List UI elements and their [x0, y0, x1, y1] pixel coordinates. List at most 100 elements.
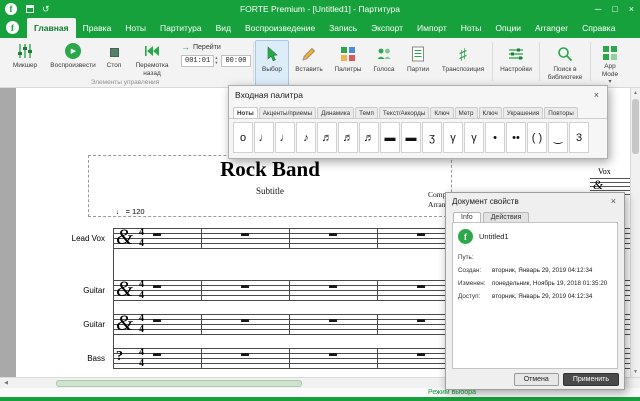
palette-tab-dynamics[interactable]: Динамика: [317, 107, 354, 118]
stop-button[interactable]: Стоп: [100, 41, 128, 71]
app-mode-grid-icon: [602, 44, 618, 61]
search-icon: [557, 44, 573, 64]
ribbon-separator: [253, 42, 254, 81]
properties-titlebar[interactable]: Документ свойств ×: [446, 193, 624, 209]
time-signature: 44: [137, 228, 146, 249]
vertical-scroll-thumb[interactable]: [632, 99, 639, 154]
palette-item-parentheses[interactable]: ( ): [527, 122, 547, 153]
palette-item-quarter-note[interactable]: ♩: [275, 122, 295, 153]
app-mode-button[interactable]: App Mode ▾: [592, 40, 628, 87]
maximize-button[interactable]: □: [612, 4, 617, 14]
palette-tab-tempo[interactable]: Темп: [355, 107, 378, 118]
palette-tab-repeats[interactable]: Повторы: [544, 107, 578, 118]
scroll-down-icon[interactable]: ▼: [631, 367, 640, 377]
position-field[interactable]: 001:01: [181, 55, 214, 67]
palette-item-whole-note[interactable]: o: [233, 122, 253, 153]
instrument-label-guitar-2[interactable]: Guitar: [28, 320, 105, 329]
palette-tab-text-chords[interactable]: Текст/Аккорды: [379, 107, 429, 118]
palette-tab-clef-2[interactable]: Ключ: [479, 107, 502, 118]
menu-tab-export[interactable]: Экспорт: [364, 18, 410, 38]
stop-label: Стоп: [107, 62, 122, 70]
score-subtitle[interactable]: Subtitle: [88, 186, 452, 196]
palette-item-eighth-note[interactable]: ♪: [296, 122, 316, 153]
menu-tab-notes-2[interactable]: Ноты: [454, 18, 489, 38]
menu-tab-options[interactable]: Опции: [488, 18, 528, 38]
properties-tabs: Info Действия: [446, 209, 624, 222]
menu-tab-help[interactable]: Справка: [575, 18, 622, 38]
document-properties-dialog[interactable]: Документ свойств × Info Действия f Untit…: [445, 192, 625, 390]
palette-item-sixty-fourth-note[interactable]: ♬: [359, 122, 379, 153]
settings-button[interactable]: Настройки: [494, 40, 538, 87]
menu-tab-import[interactable]: Импорт: [410, 18, 454, 38]
palette-item-tie[interactable]: ‿: [548, 122, 568, 153]
menu-tab-edit[interactable]: Правка: [76, 18, 119, 38]
transpose-button[interactable]: ♯ Транспозиция: [435, 40, 491, 87]
goto-button[interactable]: → Перейти: [181, 43, 251, 52]
insert-button[interactable]: Вставить: [289, 40, 329, 87]
file-menu-icon[interactable]: f: [6, 21, 19, 34]
goto-controls: → Перейти 001:01 ▴ ▾ 00:00: [181, 41, 251, 67]
close-button[interactable]: ×: [629, 4, 634, 14]
library-search-button[interactable]: Поиск в библиотеке: [541, 40, 589, 87]
menubar: f Главная Правка Ноты Партитура Вид Восп…: [0, 18, 640, 38]
scroll-left-icon[interactable]: ◀: [1, 378, 11, 388]
palette-tab-ornaments[interactable]: Украшения: [503, 107, 543, 118]
palette-item-quarter-rest[interactable]: ʒ: [422, 122, 442, 153]
rewind-button[interactable]: Перемотка назад: [128, 41, 176, 79]
parts-button[interactable]: Партии: [401, 40, 435, 87]
apply-button[interactable]: Применить: [563, 373, 619, 386]
instrument-label-bass[interactable]: Bass: [28, 354, 105, 363]
undo-icon[interactable]: ↺: [42, 0, 50, 18]
time-field[interactable]: 00:00: [221, 55, 250, 67]
palette-tab-meter[interactable]: Метр: [455, 107, 478, 118]
parts-label: Партии: [407, 66, 429, 74]
palette-tab-notes[interactable]: Ноты: [233, 107, 258, 118]
menu-tab-view[interactable]: Вид: [209, 18, 238, 38]
palette-item-sixteenth-note[interactable]: ♬: [317, 122, 337, 153]
palette-item-whole-rest[interactable]: ▬: [380, 122, 400, 153]
menu-tab-score[interactable]: Партитура: [153, 18, 209, 38]
palette-tab-clef[interactable]: Ключ: [430, 107, 453, 118]
play-button[interactable]: ▶ Воспроизвести: [46, 41, 100, 71]
input-palette-window[interactable]: Входная палитра × Ноты Акценты/приемы Ди…: [228, 85, 608, 159]
palette-close-icon[interactable]: ×: [592, 90, 601, 100]
properties-tab-info[interactable]: Info: [453, 212, 481, 222]
palette-item-double-dot[interactable]: ••: [506, 122, 526, 153]
select-button[interactable]: Выбор: [255, 40, 289, 87]
menu-tab-notes[interactable]: Ноты: [118, 18, 153, 38]
spin-down-icon[interactable]: ▾: [215, 61, 217, 66]
titlebar: f ↺ FORTE Premium - [Untitled1] - Партит…: [0, 0, 640, 18]
menu-tab-record[interactable]: Запись: [322, 18, 364, 38]
menu-tab-playback[interactable]: Воспроизведение: [238, 18, 322, 38]
transpose-label: Транспозиция: [442, 66, 484, 74]
position-stepper[interactable]: ▴ ▾: [215, 55, 217, 67]
instrument-label-guitar-1[interactable]: Guitar: [28, 286, 105, 295]
palette-item-tuplet[interactable]: 3: [569, 122, 589, 153]
palette-item-thirty-second-note[interactable]: ♬: [338, 122, 358, 153]
ribbon-separator: [539, 42, 540, 81]
palette-item-half-rest[interactable]: ▬: [401, 122, 421, 153]
palette-item-sixteenth-rest[interactable]: γ: [464, 122, 484, 153]
palette-tab-accents[interactable]: Акценты/приемы: [259, 107, 316, 118]
horizontal-scroll-thumb[interactable]: [56, 380, 302, 387]
voices-button[interactable]: Голоса: [367, 40, 401, 87]
scroll-up-icon[interactable]: ▲: [631, 88, 640, 98]
score-title[interactable]: Rock Band: [88, 157, 452, 182]
palette-item-half-note[interactable]: ♩: [254, 122, 274, 153]
properties-close-icon[interactable]: ×: [609, 196, 618, 206]
mixer-button[interactable]: Микшер: [4, 41, 46, 71]
save-icon[interactable]: [26, 5, 34, 13]
palette-item-eighth-rest[interactable]: γ: [443, 122, 463, 153]
menu-tab-home[interactable]: Главная: [27, 18, 76, 38]
properties-buttons: Отмена Применить: [514, 373, 619, 386]
tempo-marking[interactable]: ♩ = 120: [116, 207, 145, 216]
palette-item-dot[interactable]: •: [485, 122, 505, 153]
palettes-button[interactable]: Палитры: [329, 40, 367, 87]
instrument-label-lead-vox[interactable]: Lead Vox: [28, 234, 105, 243]
palette-titlebar[interactable]: Входная палитра ×: [229, 86, 607, 104]
vertical-scrollbar[interactable]: ▲ ▼: [630, 88, 640, 377]
minimize-button[interactable]: ─: [595, 4, 601, 14]
menu-tab-arranger[interactable]: Arranger: [528, 18, 575, 38]
cancel-button[interactable]: Отмена: [514, 373, 559, 386]
properties-tab-actions[interactable]: Действия: [483, 212, 530, 222]
